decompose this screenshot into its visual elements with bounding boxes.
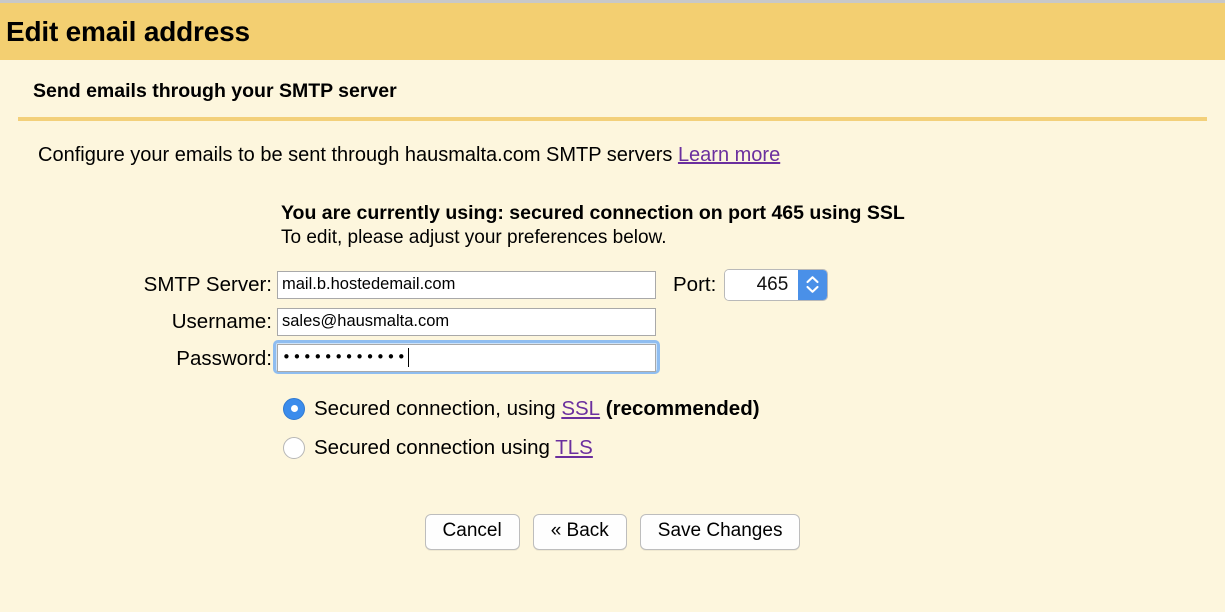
current-settings-hint: To edit, please adjust your preferences … bbox=[281, 227, 667, 249]
page-title: Edit email address bbox=[6, 15, 250, 47]
username-input[interactable] bbox=[277, 307, 656, 336]
radio-tls-icon[interactable] bbox=[283, 436, 305, 459]
ssl-link[interactable]: SSL bbox=[561, 397, 600, 420]
smtp-server-row: SMTP Server: Port: 465 bbox=[0, 266, 1225, 303]
radio-tls-text-before: Secured connection using bbox=[314, 435, 556, 459]
radio-tls-label: Secured connection using TLS bbox=[314, 436, 593, 460]
password-input[interactable]: •••••••••••• bbox=[277, 343, 656, 372]
chevron-down-icon[interactable] bbox=[805, 285, 820, 294]
radio-ssl-icon[interactable] bbox=[283, 397, 305, 420]
section-heading: Send emails through your SMTP server bbox=[33, 80, 397, 102]
current-settings-summary: You are currently using: secured connect… bbox=[281, 202, 905, 224]
port-stepper-buttons[interactable] bbox=[798, 269, 828, 300]
radio-option-ssl[interactable]: Secured connection, using SSL (recommend… bbox=[283, 389, 1225, 428]
smtp-server-label: SMTP Server: bbox=[143, 272, 272, 296]
window-titlebar: Edit email address bbox=[0, 3, 1225, 60]
username-row: Username: bbox=[0, 303, 1225, 340]
password-row: Password: •••••••••••• bbox=[0, 339, 1225, 377]
radio-ssl-label: Secured connection, using SSL (recommend… bbox=[314, 397, 760, 421]
radio-option-tls[interactable]: Secured connection using TLS bbox=[283, 428, 1225, 467]
radio-ssl-recommended: (recommended) bbox=[600, 396, 760, 420]
smtp-server-input[interactable] bbox=[277, 270, 656, 299]
section-description: Configure your emails to be sent through… bbox=[0, 121, 1225, 167]
radio-ssl-text-before: Secured connection, using bbox=[314, 396, 562, 420]
password-masked-value: •••••••••••• bbox=[282, 348, 408, 367]
form-actions: Cancel « Back Save Changes bbox=[0, 514, 1225, 550]
port-group: Port: 465 bbox=[673, 268, 829, 301]
smtp-settings-section: Send emails through your SMTP server Con… bbox=[0, 60, 1225, 550]
back-button[interactable]: « Back bbox=[532, 514, 627, 550]
security-options-group: Secured connection, using SSL (recommend… bbox=[0, 389, 1225, 467]
current-settings-block: You are currently using: secured connect… bbox=[0, 201, 1225, 251]
port-label: Port: bbox=[673, 272, 717, 296]
username-label: Username: bbox=[171, 309, 272, 333]
text-caret bbox=[408, 348, 410, 368]
password-field-wrapper[interactable]: •••••••••••• bbox=[273, 339, 660, 375]
port-value[interactable]: 465 bbox=[725, 269, 799, 300]
tls-link[interactable]: TLS bbox=[555, 436, 593, 459]
chevron-up-icon[interactable] bbox=[805, 275, 820, 284]
cancel-button[interactable]: Cancel bbox=[424, 514, 520, 550]
smtp-form: SMTP Server: Port: 465 bbox=[0, 266, 1225, 377]
save-changes-button[interactable]: Save Changes bbox=[639, 514, 801, 550]
port-stepper[interactable]: 465 bbox=[724, 268, 829, 301]
section-description-text: Configure your emails to be sent through… bbox=[38, 144, 673, 166]
learn-more-link[interactable]: Learn more bbox=[678, 144, 780, 166]
password-label: Password: bbox=[176, 346, 272, 370]
